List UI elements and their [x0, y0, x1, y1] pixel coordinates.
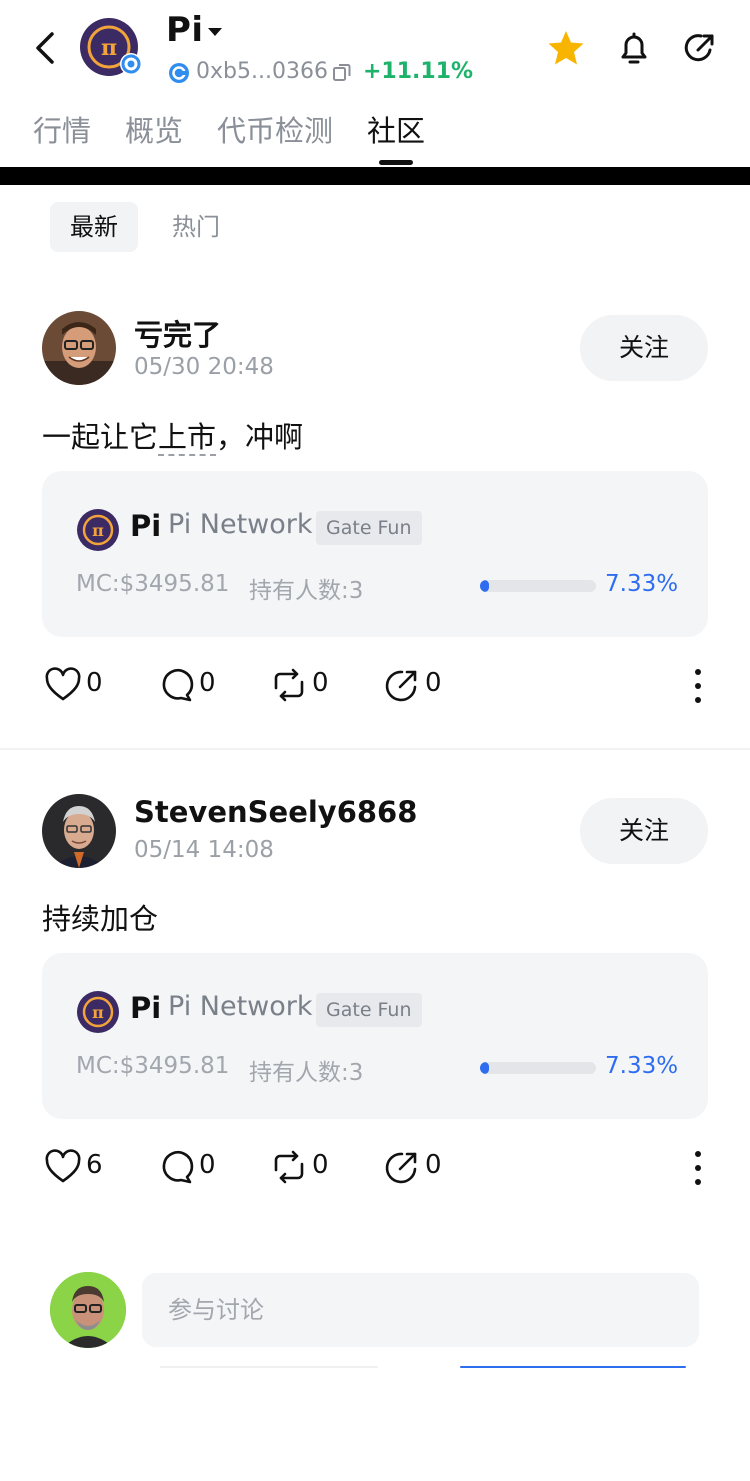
- repost-icon: [274, 1150, 304, 1184]
- comment-input[interactable]: [142, 1273, 699, 1347]
- main-tabs: 行情 概览 代币检测 社区: [0, 100, 750, 168]
- avatar[interactable]: [42, 794, 116, 868]
- card-token-symbol: Pi: [130, 991, 162, 1025]
- progress-fill: [480, 1062, 489, 1074]
- svg-text:π: π: [101, 35, 117, 61]
- tab-overview[interactable]: 概览: [125, 108, 183, 150]
- bottom-indicator-right: [460, 1366, 686, 1368]
- post-actions: 6 0 0 0: [0, 1146, 750, 1190]
- comment-icon: [162, 669, 194, 702]
- active-tab-indicator: [379, 160, 413, 165]
- card-tag: Gate Fun: [316, 511, 422, 545]
- repost-count: 0: [312, 668, 329, 698]
- chevron-down-icon[interactable]: [207, 26, 223, 38]
- progress-percent: 7.33%: [605, 571, 679, 597]
- follow-button[interactable]: 关注: [580, 798, 708, 864]
- subtab-latest[interactable]: 最新: [50, 202, 138, 252]
- market-cap: MC:$3495.81: [76, 571, 230, 597]
- avatar[interactable]: [42, 311, 116, 385]
- heart-icon: [45, 667, 81, 701]
- tab-community[interactable]: 社区: [367, 108, 425, 150]
- comment-count: 0: [199, 668, 216, 698]
- copy-icon[interactable]: [332, 62, 352, 82]
- holders-count: 持有人数:3: [249, 578, 364, 604]
- more-vertical-icon[interactable]: [686, 664, 710, 708]
- bottom-indicator-left: [160, 1366, 378, 1368]
- token-name[interactable]: Pi: [166, 10, 204, 50]
- post-text: 一起让它上市，冲啊: [42, 414, 303, 456]
- post-text: 持续加仓: [42, 896, 158, 938]
- svg-text:π: π: [92, 521, 104, 540]
- progress-percent: 7.33%: [605, 1053, 679, 1079]
- post-text-start: 一起让它: [42, 420, 159, 454]
- repost-count: 0: [312, 1150, 329, 1180]
- share-icon: [385, 1152, 417, 1184]
- progress-bar: [480, 1062, 596, 1074]
- divider-bar: [0, 167, 750, 185]
- post-actions: 0 0 0 0: [0, 664, 750, 708]
- share-icon: [385, 670, 417, 702]
- token-card[interactable]: π Pi Pi Network Gate Fun MC:$3495.81 持有人…: [42, 471, 708, 637]
- more-vertical-icon[interactable]: [686, 1146, 710, 1190]
- post-time: 05/30 20:48: [134, 354, 274, 380]
- like-count: 6: [86, 1150, 103, 1180]
- post-text-end: ，冲啊: [216, 420, 304, 454]
- comment-icon: [162, 1151, 194, 1184]
- token-card[interactable]: π Pi Pi Network Gate Fun MC:$3495.81 持有人…: [42, 953, 708, 1119]
- progress-fill: [480, 580, 489, 592]
- share-icon[interactable]: [680, 28, 720, 68]
- pi-token-logo: π: [77, 509, 119, 551]
- price-change: +11.11%: [363, 59, 474, 84]
- pi-token-logo: π: [77, 991, 119, 1033]
- bell-icon[interactable]: [614, 28, 654, 68]
- card-tag: Gate Fun: [316, 993, 422, 1027]
- back-arrow-icon[interactable]: [30, 28, 62, 68]
- card-token-name: Pi Network: [168, 991, 313, 1022]
- post-divider: [0, 748, 750, 750]
- post-text-start: 持续加仓: [42, 902, 159, 936]
- post-text-link[interactable]: 上市: [158, 420, 217, 456]
- star-icon[interactable]: [546, 28, 586, 68]
- comment-count: 0: [199, 1150, 216, 1180]
- repost-icon: [274, 668, 304, 702]
- holders-count: 持有人数:3: [249, 1060, 364, 1086]
- svg-text:π: π: [92, 1003, 104, 1022]
- post-time: 05/14 14:08: [134, 837, 274, 863]
- progress-bar: [480, 580, 596, 592]
- card-token-symbol: Pi: [130, 509, 162, 543]
- username[interactable]: 亏完了: [134, 312, 221, 354]
- share-count: 0: [425, 668, 442, 698]
- username[interactable]: StevenSeely6868: [134, 795, 417, 829]
- chain-icon: [169, 63, 189, 83]
- tab-market[interactable]: 行情: [33, 108, 91, 150]
- subtab-hot[interactable]: 热门: [152, 202, 240, 252]
- tab-token-check[interactable]: 代币检测: [217, 108, 333, 150]
- follow-button[interactable]: 关注: [580, 315, 708, 381]
- pi-token-logo: π: [80, 18, 142, 76]
- card-token-name: Pi Network: [168, 509, 313, 540]
- token-address: 0xb5...0366: [196, 59, 328, 84]
- heart-icon: [45, 1149, 81, 1183]
- share-count: 0: [425, 1150, 442, 1180]
- my-avatar: [50, 1272, 126, 1348]
- market-cap: MC:$3495.81: [76, 1053, 230, 1079]
- header: π Pi 0xb5...0366 +11.11%: [0, 0, 750, 100]
- like-count: 0: [86, 668, 103, 698]
